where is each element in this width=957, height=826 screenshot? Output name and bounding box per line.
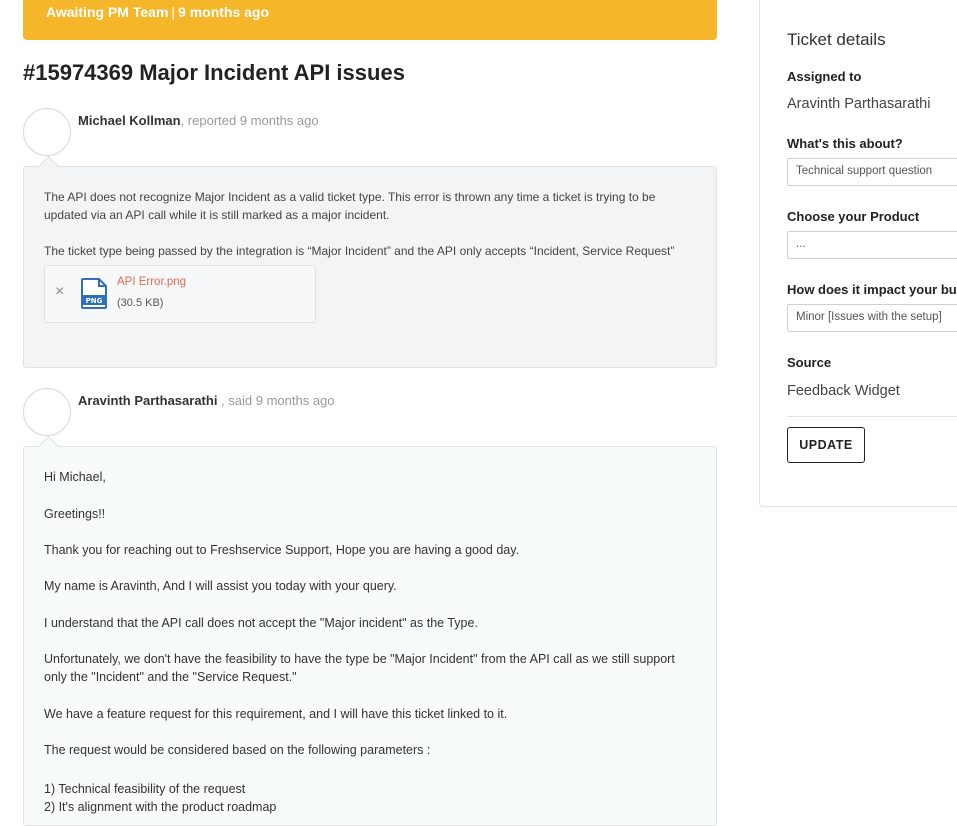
divider <box>787 416 957 417</box>
reported-time: , reported 9 months ago <box>180 113 319 128</box>
source-value: Feedback Widget <box>787 383 900 399</box>
status-time: 9 months ago <box>178 4 270 20</box>
reply-paragraph: Greetings!! <box>44 507 106 521</box>
remove-attachment-icon[interactable]: × <box>55 283 64 301</box>
reply-paragraph: 1) Technical feasibility of the request <box>44 782 246 796</box>
file-type-label: PNG <box>86 297 103 305</box>
reply-paragraph: I understand that the API call does not … <box>44 616 478 630</box>
status-separator: | <box>171 4 176 20</box>
description-paragraph: The API does not recognize Major Inciden… <box>44 190 656 222</box>
attachment-size: (30.5 KB) <box>117 297 164 309</box>
ticket-title: #15974369 Major Incident API issues <box>23 60 405 85</box>
reply-paragraph: Thank you for reaching out to Freshservi… <box>44 543 520 557</box>
impact-select[interactable]: Minor [Issues with the setup] <box>787 304 957 332</box>
status-banner: Awaiting PM Team | 9 months ago <box>23 0 717 40</box>
conversation-meta: Aravinth Parthasarathi , said 9 months a… <box>78 393 335 408</box>
author-name[interactable]: Michael Kollman <box>78 113 181 128</box>
attachment-link[interactable]: API Error.png <box>117 276 186 288</box>
attachment: × PNG API Error.png (30.5 KB) <box>44 265 316 323</box>
update-button[interactable]: UPDATE <box>787 427 865 463</box>
assigned-label: Assigned to <box>787 69 862 84</box>
avatar <box>23 388 71 436</box>
about-select[interactable]: Technical support question <box>787 158 957 186</box>
reply-paragraph: Unfortunately, we don't have the feasibi… <box>44 652 675 684</box>
about-label: What's this about? <box>787 136 903 151</box>
description-paragraph: The ticket type being passed by the inte… <box>44 244 675 258</box>
said-time: , said 9 months ago <box>217 393 335 408</box>
reply-paragraph: 2) It's alignment with the product roadm… <box>44 800 277 814</box>
author-name[interactable]: Aravinth Parthasarathi <box>78 393 217 408</box>
avatar <box>23 108 71 156</box>
assigned-value: Aravinth Parthasarathi <box>787 96 931 112</box>
impact-label: How does it impact your bus <box>787 282 957 297</box>
status-label: Awaiting PM Team <box>46 4 169 20</box>
product-select[interactable]: ... <box>787 231 957 259</box>
reply-paragraph: My name is Aravinth, And I will assist y… <box>44 579 397 593</box>
reply-paragraph: We have a feature request for this requi… <box>44 707 508 721</box>
panel-title: Ticket details <box>787 30 886 49</box>
source-label: Source <box>787 355 832 370</box>
png-file-icon: PNG <box>81 278 107 309</box>
reply-paragraph: The request would be considered based on… <box>44 743 431 757</box>
reply-paragraph: Hi Michael, <box>44 470 106 484</box>
reply-message: Hi Michael, Greetings!! Thank you for re… <box>23 446 717 826</box>
product-label: Choose your Product <box>787 209 920 224</box>
conversation-meta: Michael Kollman, reported 9 months ago <box>78 113 319 128</box>
ticket-description: The API does not recognize Major Inciden… <box>23 166 717 368</box>
